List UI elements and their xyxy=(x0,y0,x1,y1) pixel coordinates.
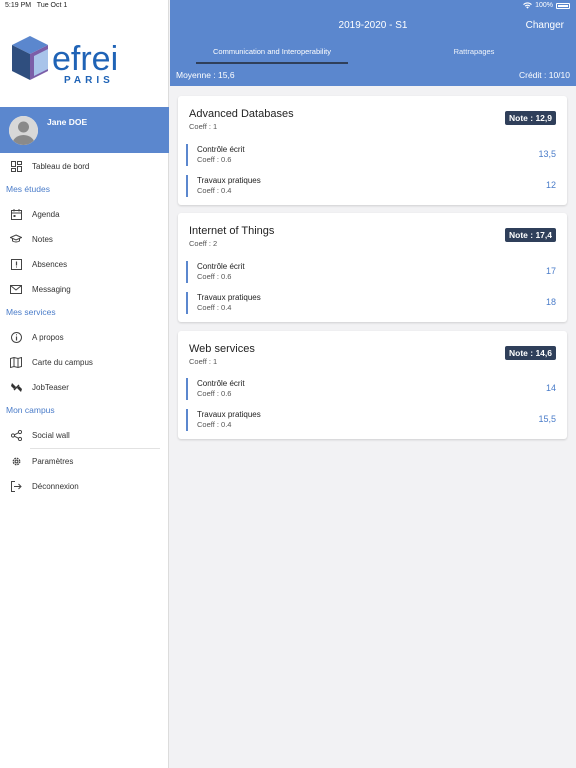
assessment-row: Contrôle écrit Coeff : 0.6 13,5 xyxy=(186,144,556,166)
menu-label-settings: Paramètres xyxy=(32,456,74,466)
menu-label-campus-map: Carte du campus xyxy=(32,357,93,367)
menu-item-logout[interactable]: Déconnexion xyxy=(0,475,160,497)
course-title: Web services xyxy=(189,343,255,355)
course-card[interactable]: Web services Coeff : 1 Note : 14,6 Contr… xyxy=(178,331,567,439)
menu-divider xyxy=(30,448,160,449)
menu-item-agenda[interactable]: Agenda xyxy=(0,203,160,225)
alert-icon xyxy=(9,257,23,271)
assessment-grade: 13,5 xyxy=(538,149,556,159)
credits: Crédit : 10/10 xyxy=(518,70,570,80)
menu-label-messaging: Messaging xyxy=(32,284,71,294)
status-date: Tue Oct 1 xyxy=(36,2,68,9)
menu-item-social-wall[interactable]: Social wall xyxy=(0,424,160,446)
share-icon xyxy=(9,428,23,442)
assessment-grade: 14 xyxy=(545,383,556,393)
menu-label-logout: Déconnexion xyxy=(32,481,79,491)
menu-label-absences: Absences xyxy=(32,259,68,269)
average-grade: Moyenne : 15,6 xyxy=(176,70,235,80)
menu-item-dashboard[interactable]: Tableau de bord xyxy=(0,155,160,177)
assessment-row: Travaux pratiques Coeff : 0.4 18 xyxy=(186,292,556,314)
status-time: 5:19 PM xyxy=(5,2,32,9)
tab-communication-interoperability[interactable]: Communication and Interoperability xyxy=(196,47,348,56)
section-title-studies: Mes études xyxy=(6,184,50,194)
course-title: Advanced Databases xyxy=(189,108,294,120)
menu-label-jobteaser: JobTeaser xyxy=(32,382,69,392)
assessment-row: Travaux pratiques Coeff : 0.4 15,5 xyxy=(186,409,556,431)
page-title: 2019-2020 - S1 xyxy=(338,20,408,31)
menu-item-jobteaser[interactable]: JobTeaser xyxy=(0,376,160,398)
menu-item-campus-map[interactable]: Carte du campus xyxy=(0,351,160,373)
change-semester-button[interactable]: Changer xyxy=(526,20,564,31)
gear-icon xyxy=(9,454,23,468)
menu-label-social-wall: Social wall xyxy=(32,430,70,440)
calendar-icon xyxy=(9,207,23,221)
header: 2019-2020 - S1 Changer Communication and… xyxy=(170,0,576,86)
course-note-badge: Note : 14,6 xyxy=(505,346,556,360)
sidebar: efrei PARIS Jane DOE Tableau de bord Mes… xyxy=(0,0,169,768)
logo-city: PARIS xyxy=(64,75,114,86)
avatar xyxy=(9,116,38,145)
assessment-coeff: Coeff : 0.4 xyxy=(197,420,232,429)
assessment-row: Contrôle écrit Coeff : 0.6 14 xyxy=(186,378,556,400)
menu-item-absences[interactable]: Absences xyxy=(0,253,160,275)
assessment-name: Contrôle écrit xyxy=(197,145,245,154)
profile-name: Jane DOE xyxy=(47,117,88,127)
jobteaser-icon xyxy=(9,380,23,394)
assessment-grade: 18 xyxy=(545,297,556,307)
assessment-coeff: Coeff : 0.6 xyxy=(197,155,232,164)
section-title-services: Mes services xyxy=(6,307,56,317)
menu-label-agenda: Agenda xyxy=(32,209,60,219)
active-tab-indicator xyxy=(196,62,348,64)
map-icon xyxy=(9,355,23,369)
status-bar: 5:19 PM Tue Oct 1 100% xyxy=(0,0,576,12)
info-icon xyxy=(9,330,23,344)
assessment-name: Contrôle écrit xyxy=(197,379,245,388)
menu-item-notes[interactable]: Notes xyxy=(0,228,160,250)
assessment-coeff: Coeff : 0.4 xyxy=(197,186,232,195)
assessment-row: Travaux pratiques Coeff : 0.4 12 xyxy=(186,175,556,197)
menu-item-settings[interactable]: Paramètres xyxy=(0,450,160,472)
course-note-badge: Note : 12,9 xyxy=(505,111,556,125)
menu-label-notes: Notes xyxy=(32,234,53,244)
course-card[interactable]: Internet of Things Coeff : 2 Note : 17,4… xyxy=(178,213,567,322)
menu-item-about[interactable]: A propos xyxy=(0,326,160,348)
wifi-icon xyxy=(523,2,532,9)
assessment-name: Travaux pratiques xyxy=(197,410,261,419)
menu-item-messaging[interactable]: Messaging xyxy=(0,278,160,300)
logout-icon xyxy=(9,479,23,493)
assessment-coeff: Coeff : 0.6 xyxy=(197,272,232,281)
user-icon xyxy=(9,116,38,145)
assessment-grade: 15,5 xyxy=(538,414,556,424)
dashboard-icon xyxy=(9,159,23,173)
assessment-row: Contrôle écrit Coeff : 0.6 17 xyxy=(186,261,556,283)
graduation-cap-icon xyxy=(9,232,23,246)
assessment-name: Contrôle écrit xyxy=(197,262,245,271)
profile-card[interactable]: Jane DOE xyxy=(0,107,169,153)
menu-label-about: A propos xyxy=(32,332,64,342)
menu-label-dashboard: Tableau de bord xyxy=(32,161,90,171)
course-title: Internet of Things xyxy=(189,225,275,237)
assessment-coeff: Coeff : 0.6 xyxy=(197,389,232,398)
assessment-name: Travaux pratiques xyxy=(197,176,261,185)
tab-rattrapages[interactable]: Rattrapages xyxy=(400,47,548,56)
battery-percent: 100% xyxy=(535,2,553,9)
course-card[interactable]: Advanced Databases Coeff : 1 Note : 12,9… xyxy=(178,96,567,205)
course-note-badge: Note : 17,4 xyxy=(505,228,556,242)
assessment-name: Travaux pratiques xyxy=(197,293,261,302)
course-coeff: Coeff : 2 xyxy=(189,239,218,248)
assessment-grade: 17 xyxy=(545,266,556,276)
assessment-coeff: Coeff : 0.4 xyxy=(197,303,232,312)
logo-brand: efrei xyxy=(52,40,118,78)
course-coeff: Coeff : 1 xyxy=(189,122,218,131)
mail-icon xyxy=(9,282,23,296)
section-title-campus: Mon campus xyxy=(6,405,55,415)
assessment-grade: 12 xyxy=(545,180,556,190)
battery-icon xyxy=(556,2,570,9)
efrei-logo: efrei PARIS xyxy=(12,36,118,86)
course-coeff: Coeff : 1 xyxy=(189,357,218,366)
